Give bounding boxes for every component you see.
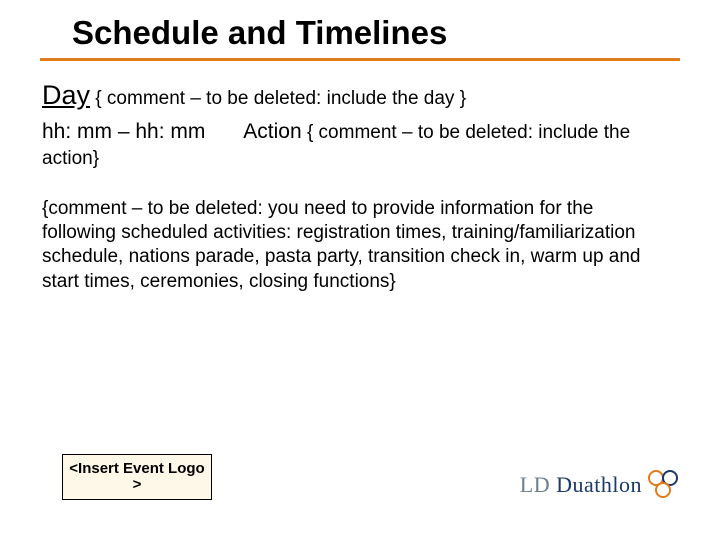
time-range: hh: mm – hh: mm bbox=[42, 119, 238, 145]
action-comment-head: { comment – to be deleted: include the bbox=[307, 122, 630, 143]
brand-du: Duathlon bbox=[550, 472, 642, 497]
day-label: Day bbox=[42, 80, 90, 110]
rings-icon bbox=[648, 470, 682, 500]
action-label: Action bbox=[243, 120, 301, 143]
day-comment: { comment – to be deleted: include the d… bbox=[95, 88, 466, 109]
time-action-row: hh: mm – hh: mm Action { comment – to be… bbox=[42, 119, 678, 145]
title-area: Schedule and Timelines bbox=[0, 0, 720, 52]
content-area: Day { comment – to be deleted: include t… bbox=[0, 61, 720, 294]
instruction-blurb: {comment – to be deleted: you need to pr… bbox=[42, 197, 666, 294]
action-comment-tail: action} bbox=[42, 147, 678, 171]
brand-logo: LD Duathlon bbox=[520, 470, 682, 500]
brand-ld: LD bbox=[520, 472, 550, 497]
day-line: Day { comment – to be deleted: include t… bbox=[42, 79, 678, 113]
slide-title: Schedule and Timelines bbox=[72, 14, 680, 52]
event-logo-placeholder-text: <Insert Event Logo > bbox=[65, 461, 209, 494]
brand-text: LD Duathlon bbox=[520, 472, 642, 498]
ring-icon bbox=[655, 482, 671, 498]
event-logo-placeholder: <Insert Event Logo > bbox=[62, 454, 212, 500]
slide: Schedule and Timelines Day { comment – t… bbox=[0, 0, 720, 540]
